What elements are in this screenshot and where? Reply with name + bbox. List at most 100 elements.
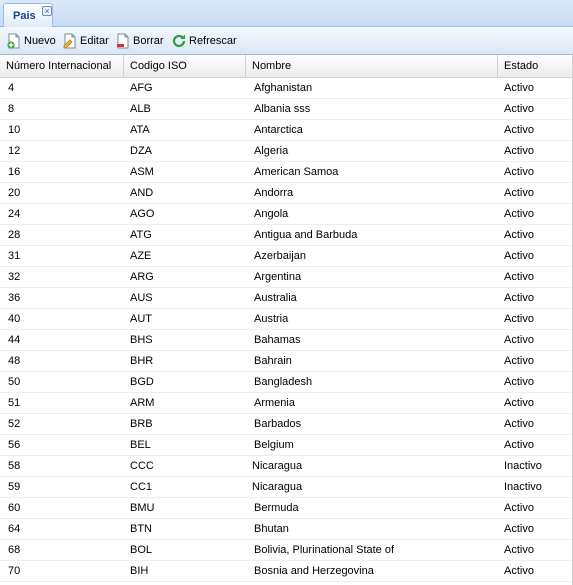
cell-numero: 31	[8, 250, 21, 262]
cell-estado: Activo	[504, 250, 534, 262]
cell-nombre: Bahamas	[254, 334, 301, 346]
cell-codigo-iso: BHR	[130, 355, 154, 367]
table-row[interactable]: 58 CCC Nicaragua Inactivo	[0, 456, 573, 477]
column-header-estado[interactable]: Estado	[498, 55, 573, 78]
cell-estado: Activo	[504, 292, 534, 304]
cell-numero: 52	[8, 418, 21, 430]
cell-nombre: Australia	[254, 292, 297, 304]
cell-nombre: Bangladesh	[254, 376, 313, 388]
cell-numero: 50	[8, 376, 21, 388]
cell-codigo-iso: ATA	[130, 124, 150, 136]
table-row[interactable]: 31 AZE Azerbaijan Activo	[0, 246, 573, 267]
refresh-icon	[172, 34, 186, 48]
cell-numero: 20	[8, 187, 21, 199]
cell-nombre: Bosnia and Herzegovina	[254, 565, 374, 577]
cell-nombre: Nicaragua	[252, 460, 303, 472]
cell-estado: Activo	[504, 187, 534, 199]
editar-button[interactable]: Editar	[62, 32, 109, 50]
table-row[interactable]: 68 BOL Bolivia, Plurinational State of Acti…	[0, 540, 573, 561]
column-header-codigo-iso[interactable]: Codigo ISO	[124, 55, 246, 78]
cell-codigo-iso: AND	[130, 187, 154, 199]
cell-codigo-iso: BTN	[130, 523, 152, 535]
table-row[interactable]: 59 CC1 Nicaragua Inactivo	[0, 477, 573, 498]
close-icon[interactable]: ×	[42, 6, 52, 16]
table-row[interactable]: 12 DZA Algeria Activo	[0, 141, 573, 162]
table-row[interactable]: 10 ATA Antarctica Activo	[0, 120, 573, 141]
table-row[interactable]: 70 BIH Bosnia and Herzegovina Activo	[0, 561, 573, 582]
table-row[interactable]: 56 BEL Belgium Activo	[0, 435, 573, 456]
cell-numero: 32	[8, 271, 21, 283]
table-row[interactable]: 64 BTN Bhutan Activo	[0, 519, 573, 540]
cell-numero: 16	[8, 166, 21, 178]
tab-pais[interactable]: Pais ×	[3, 3, 53, 27]
borrar-button[interactable]: Borrar	[115, 32, 164, 50]
column-header-numero[interactable]: Número Internacional	[0, 55, 124, 78]
column-header-nombre[interactable]: Nombre	[246, 55, 498, 78]
table-row[interactable]: 28 ATG Antigua and Barbuda Activo	[0, 225, 573, 246]
cell-numero: 36	[8, 292, 21, 304]
cell-codigo-iso: AGO	[130, 208, 155, 220]
cell-estado: Activo	[504, 313, 534, 325]
table-row[interactable]: 48 BHR Bahrain Activo	[0, 351, 573, 372]
cell-codigo-iso: ALB	[130, 103, 151, 115]
cell-estado: Activo	[504, 124, 534, 136]
cell-estado: Activo	[504, 334, 534, 346]
cell-estado: Activo	[504, 523, 534, 535]
grid-body: 4 AFG Afghanistan Activo 8 ALB Albania sss Acti…	[0, 78, 573, 582]
cell-nombre: Belgium	[254, 439, 294, 451]
cell-estado: Activo	[504, 103, 534, 115]
table-row[interactable]: 52 BRB Barbados Activo	[0, 414, 573, 435]
cell-estado: Activo	[504, 271, 534, 283]
cell-estado: Activo	[504, 229, 534, 241]
cell-numero: 10	[8, 124, 21, 136]
cell-estado: Activo	[504, 376, 534, 388]
table-row[interactable]: 24 AGO Angola Activo	[0, 204, 573, 225]
table-row[interactable]: 51 ARM Armenia Activo	[0, 393, 573, 414]
refrescar-button[interactable]: Refrescar	[171, 32, 237, 50]
editar-label: Editar	[80, 35, 109, 47]
cell-estado: Activo	[504, 397, 534, 409]
table-row[interactable]: 44 BHS Bahamas Activo	[0, 330, 573, 351]
table-row[interactable]: 20 AND Andorra Activo	[0, 183, 573, 204]
edit-document-icon	[63, 33, 76, 49]
cell-codigo-iso: BGD	[130, 376, 154, 388]
cell-codigo-iso: ARM	[130, 397, 155, 409]
nuevo-label: Nuevo	[24, 35, 56, 47]
cell-codigo-iso: DZA	[130, 145, 152, 157]
cell-codigo-iso: ARG	[130, 271, 154, 283]
cell-nombre: Austria	[254, 313, 289, 325]
cell-numero: 70	[8, 565, 21, 577]
cell-codigo-iso: BRB	[130, 418, 153, 430]
cell-nombre: Argentina	[254, 271, 302, 283]
cell-codigo-iso: AUS	[130, 292, 153, 304]
cell-nombre: Angola	[254, 208, 289, 220]
cell-codigo-iso: ASM	[130, 166, 154, 178]
grid-header: Número Internacional Codigo ISO Nombre E…	[0, 55, 573, 78]
cell-nombre: Azerbaijan	[254, 250, 306, 262]
table-row[interactable]: 8 ALB Albania sss Activo	[0, 99, 573, 120]
tab-strip: Pais ×	[0, 0, 573, 27]
table-row[interactable]: 4 AFG Afghanistan Activo	[0, 78, 573, 99]
refrescar-label: Refrescar	[189, 35, 237, 47]
delete-document-icon	[117, 33, 129, 49]
cell-estado: Activo	[504, 418, 534, 430]
cell-nombre: Barbados	[254, 418, 302, 430]
table-row[interactable]: 40 AUT Austria Activo	[0, 309, 573, 330]
nuevo-button[interactable]: Nuevo	[6, 32, 56, 50]
cell-codigo-iso: BOL	[130, 544, 153, 556]
cell-codigo-iso: CCC	[130, 460, 154, 472]
table-row[interactable]: 32 ARG Argentina Activo	[0, 267, 573, 288]
table-row[interactable]: 36 AUS Australia Activo	[0, 288, 573, 309]
cell-numero: 64	[8, 523, 21, 535]
cell-numero: 24	[8, 208, 21, 220]
cell-nombre: Armenia	[254, 397, 295, 409]
cell-codigo-iso: BEL	[130, 439, 151, 451]
cell-nombre: Antarctica	[254, 124, 303, 136]
table-row[interactable]: 50 BGD Bangladesh Activo	[0, 372, 573, 393]
cell-nombre: Nicaragua	[252, 481, 303, 493]
table-row[interactable]: 60 BMU Bermuda Activo	[0, 498, 573, 519]
cell-nombre: American Samoa	[254, 166, 339, 178]
cell-nombre: Algeria	[254, 145, 289, 157]
table-row[interactable]: 16 ASM American Samoa Activo	[0, 162, 573, 183]
cell-codigo-iso: BIH	[130, 565, 149, 577]
